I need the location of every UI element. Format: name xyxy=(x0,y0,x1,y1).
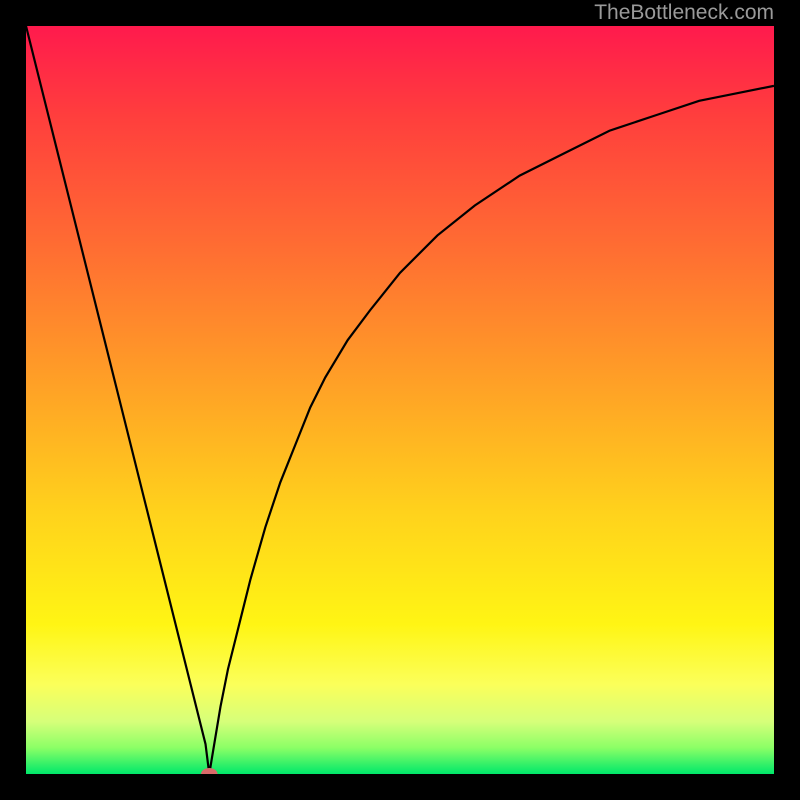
bottleneck-curve xyxy=(26,26,774,774)
chart-frame: TheBottleneck.com xyxy=(0,0,800,800)
plot-area xyxy=(26,26,774,774)
watermark-text: TheBottleneck.com xyxy=(594,0,774,26)
curve-svg xyxy=(26,26,774,774)
optimum-marker xyxy=(201,768,217,774)
